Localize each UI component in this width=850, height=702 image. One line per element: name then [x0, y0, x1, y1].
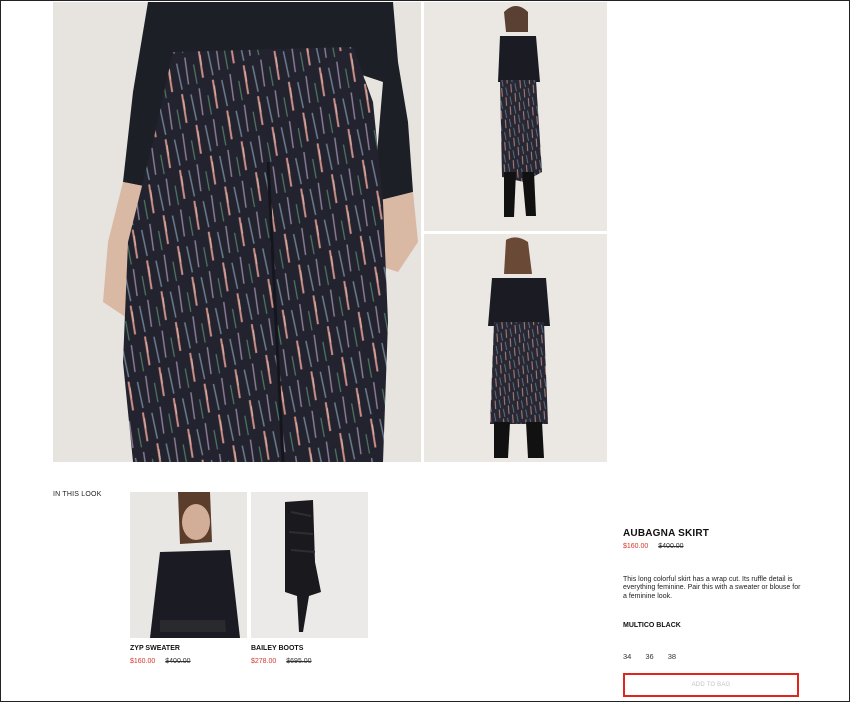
size-option-38[interactable]: 38: [668, 652, 676, 661]
look-item-image[interactable]: [251, 492, 368, 638]
look-item-name[interactable]: ZYP SWEATER: [130, 645, 247, 652]
product-side-photo-front[interactable]: [424, 2, 607, 231]
look-item-prices: $160.00 $400.00: [130, 658, 247, 665]
look-item-image[interactable]: [130, 492, 247, 638]
original-price: $400.00: [165, 658, 191, 665]
product-original-price: $400.00: [658, 543, 684, 550]
look-item-boots[interactable]: BAILEY BOOTS $278.00 $695.00: [251, 492, 368, 665]
sale-price: $278.00: [251, 658, 277, 665]
size-option-34[interactable]: 34: [623, 652, 631, 661]
look-item-sweater[interactable]: ZYP SWEATER $160.00 $400.00: [130, 492, 247, 665]
sale-price: $160.00: [130, 658, 156, 665]
product-description: This long colorful skirt has a wrap cut.…: [623, 576, 801, 600]
product-color-name: MULTICO BLACK: [623, 622, 681, 629]
product-prices: $160.00 $400.00: [623, 543, 803, 550]
look-item-prices: $278.00 $695.00: [251, 658, 368, 665]
look-item-name[interactable]: BAILEY BOOTS: [251, 645, 368, 652]
product-side-photo-back[interactable]: [424, 234, 607, 462]
size-selector: 34 36 38: [623, 652, 676, 661]
add-to-bag-button[interactable]: ADD TO BAG: [623, 673, 799, 697]
in-this-look-heading: IN THIS LOOK: [53, 491, 102, 498]
size-option-36[interactable]: 36: [645, 652, 653, 661]
product-info: AUBAGNA SKIRT $160.00 $400.00: [623, 528, 803, 550]
product-main-photo[interactable]: [53, 2, 421, 462]
product-title: AUBAGNA SKIRT: [623, 528, 710, 539]
product-sale-price: $160.00: [623, 543, 649, 550]
original-price: $695.00: [286, 658, 312, 665]
